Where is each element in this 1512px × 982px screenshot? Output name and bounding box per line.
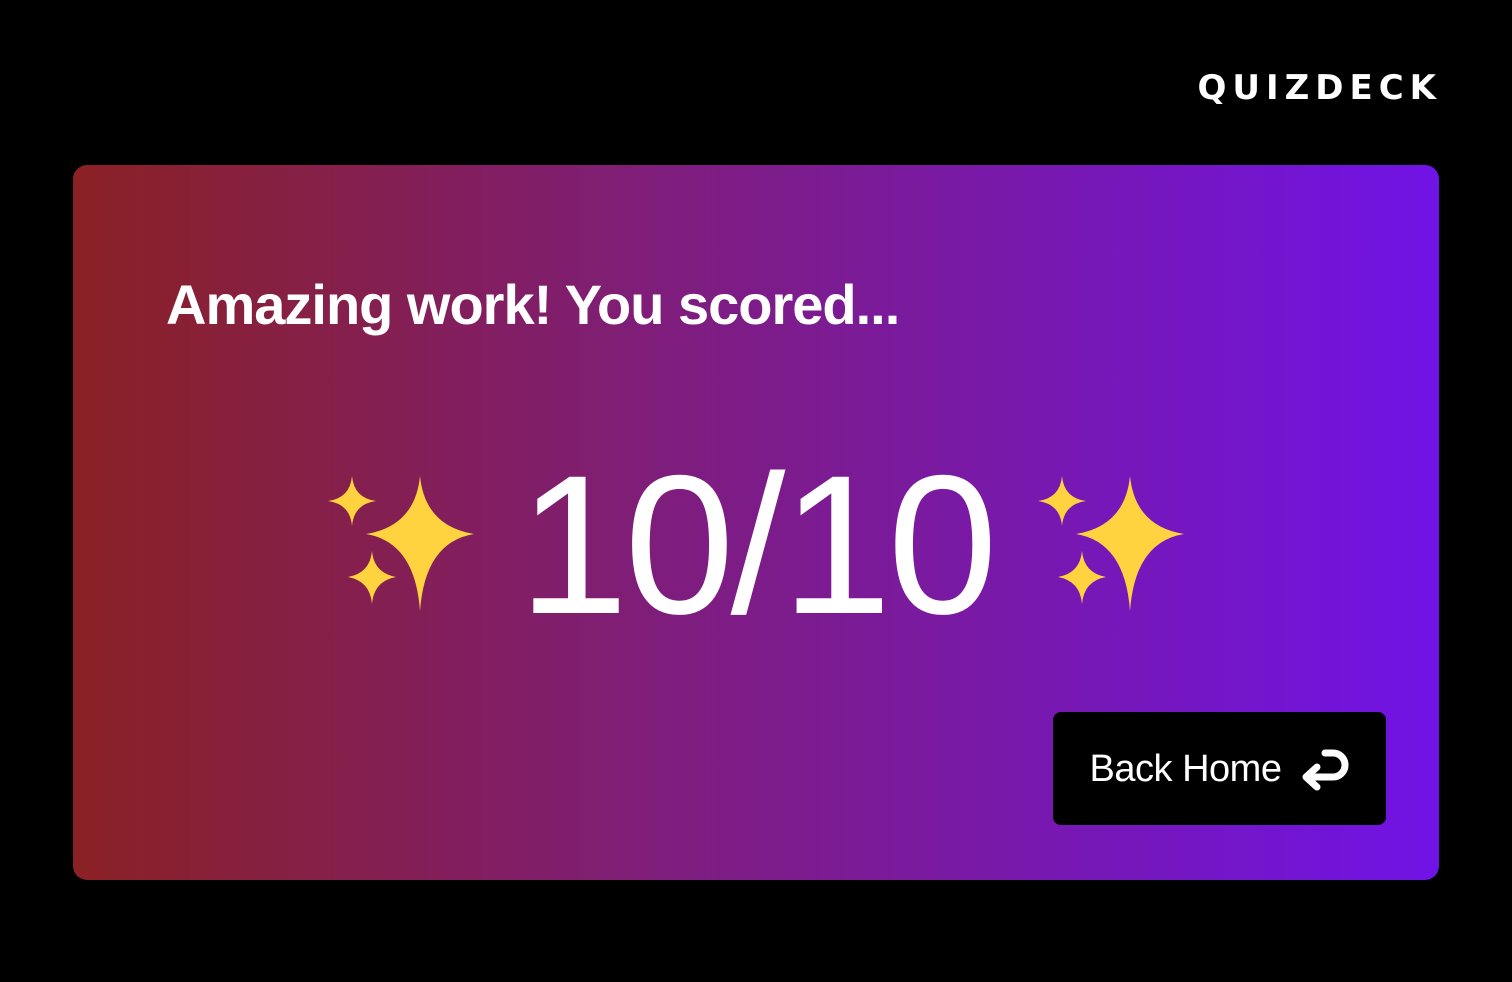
score-value: 10/10 [518,434,997,655]
quizdeck-logo: QUIZDECK [1197,68,1442,108]
result-headline: Amazing work! You scored... [166,273,900,336]
results-page: QUIZDECK Amazing work! You scored... 10/… [0,0,1512,982]
back-home-label: Back Home [1089,747,1282,790]
score-row: 10/10 [73,445,1439,645]
result-card: Amazing work! You scored... 10/10 Back H… [73,165,1439,880]
return-arrow-icon [1302,749,1349,790]
back-home-button[interactable]: Back Home [1053,712,1386,825]
sparkles-icon [1037,476,1184,611]
sparkles-icon [328,476,475,611]
